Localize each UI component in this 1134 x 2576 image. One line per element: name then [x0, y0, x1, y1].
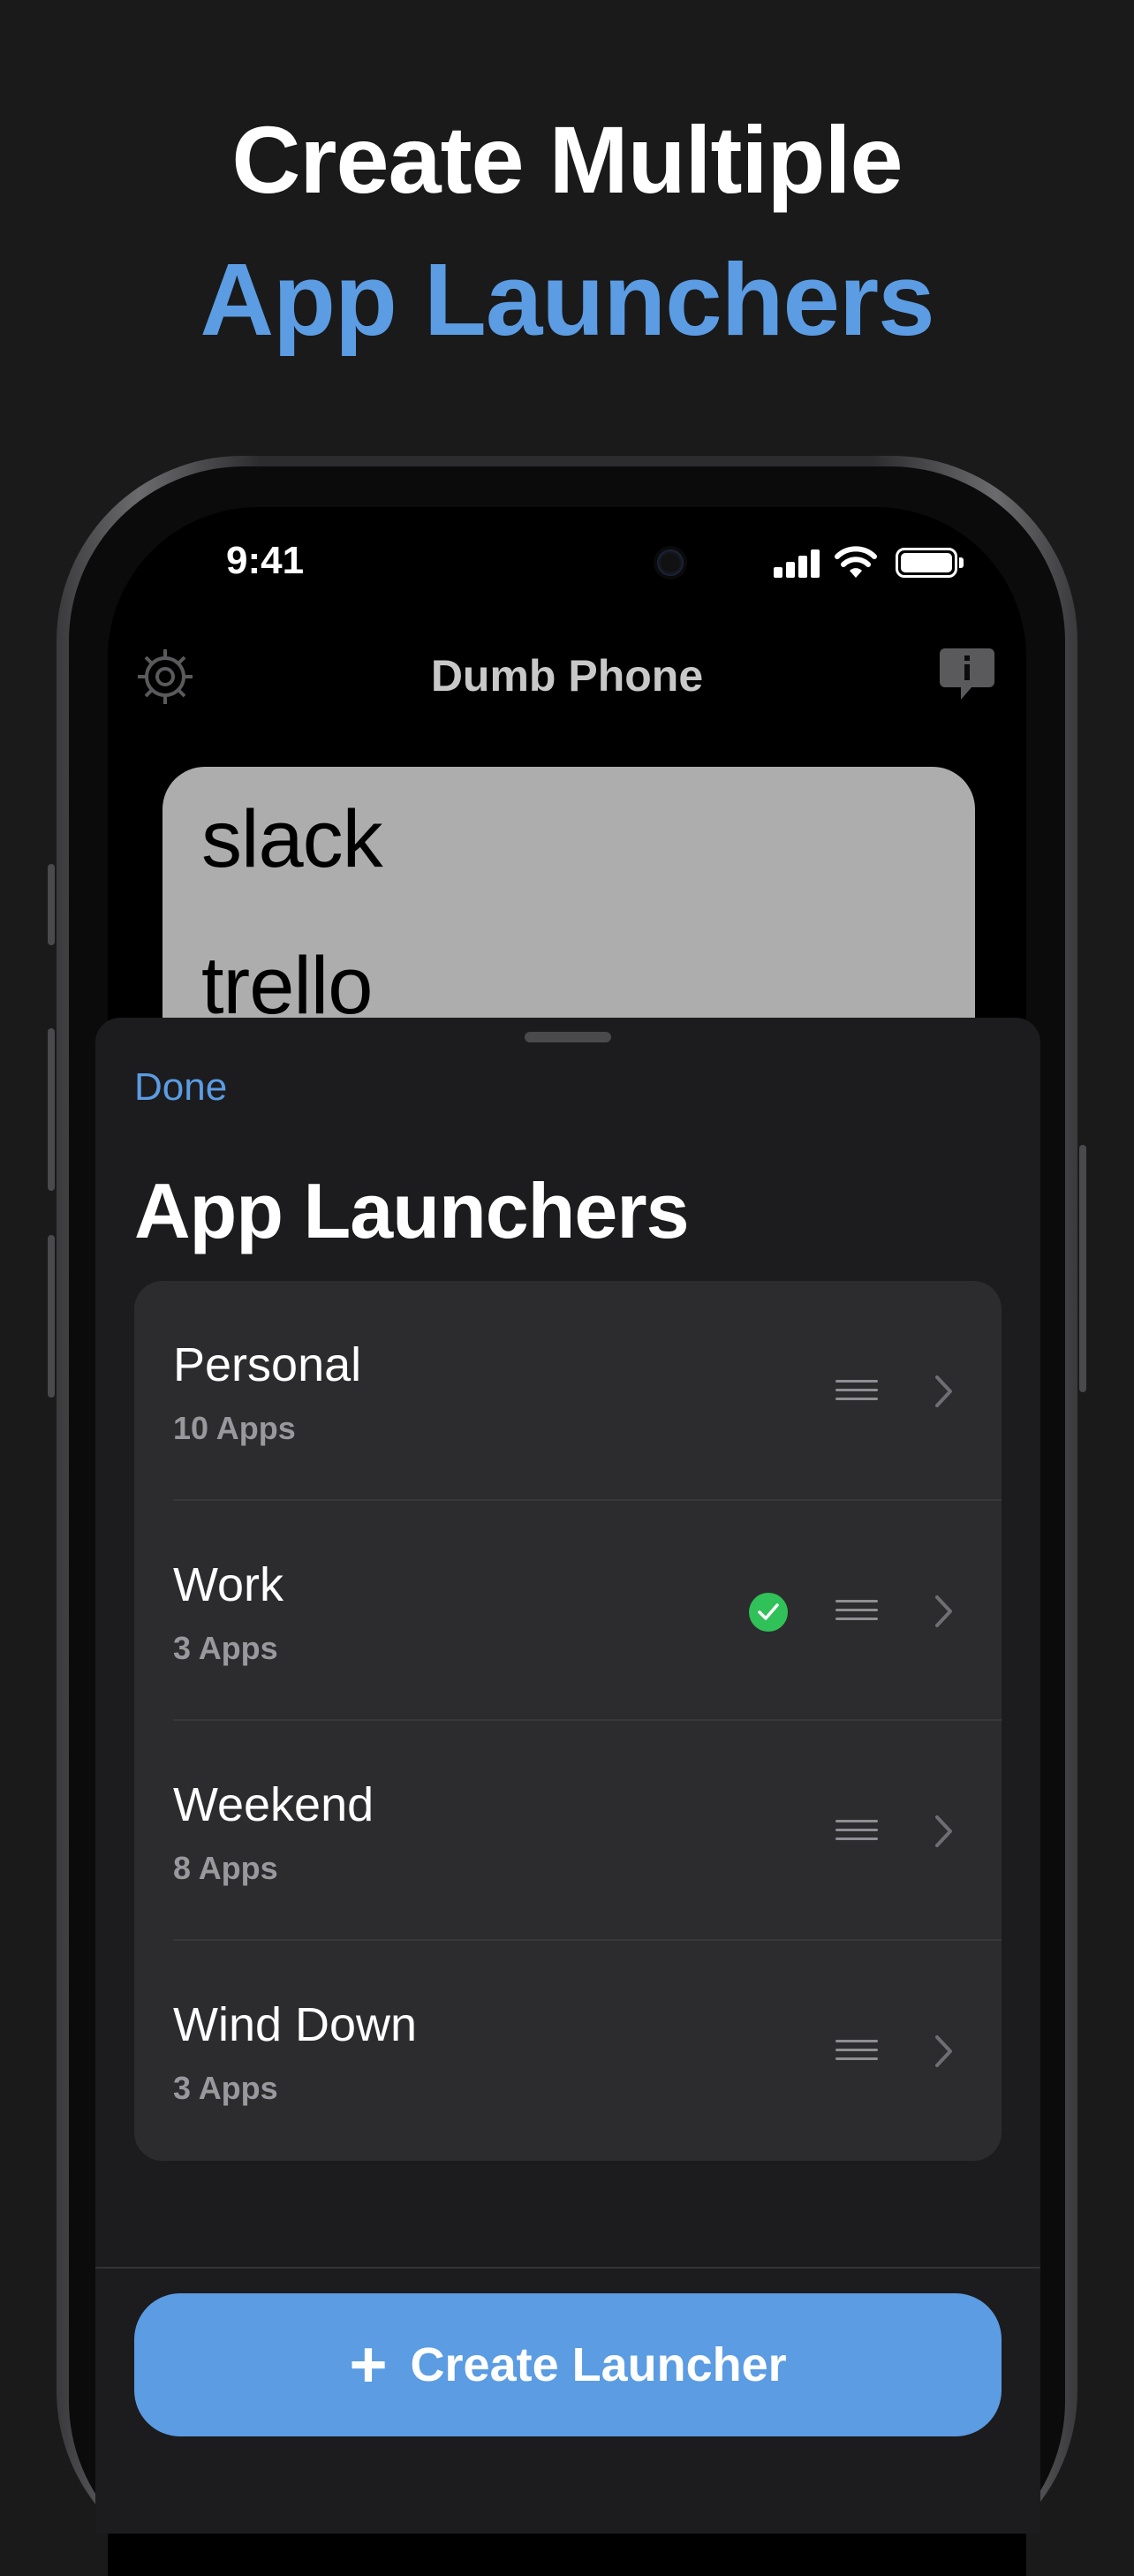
sheet-grabber[interactable]: [525, 1032, 611, 1042]
battery-icon: [896, 548, 957, 578]
sheet-title: App Launchers: [134, 1167, 690, 1254]
chevron-right-icon: [935, 1375, 952, 1407]
launcher-app-count: 3 Apps: [173, 2070, 278, 2106]
front-camera: [657, 549, 684, 576]
cellular-signal-icon: [774, 549, 821, 578]
launcher-app-count: 8 Apps: [173, 1850, 278, 1886]
active-checkmark-icon: [749, 1593, 788, 1632]
launcher-row-personal[interactable]: Personal 10 Apps: [134, 1281, 1002, 1501]
reorder-handle-icon[interactable]: [835, 1600, 878, 1626]
launcher-name: Weekend: [173, 1778, 374, 1831]
chevron-right-icon: [935, 2035, 952, 2067]
volume-down-button: [48, 1235, 55, 1398]
reorder-handle-icon[interactable]: [835, 1380, 878, 1406]
status-time: 9:41: [226, 539, 305, 582]
chevron-right-icon: [935, 1595, 952, 1627]
done-button[interactable]: Done: [134, 1065, 227, 1110]
info-bubble-icon[interactable]: [938, 647, 996, 703]
launcher-app-count: 10 Apps: [173, 1410, 296, 1446]
power-button: [1079, 1145, 1086, 1392]
reorder-handle-icon[interactable]: [835, 1820, 878, 1846]
wifi-icon: [835, 546, 877, 578]
reorder-handle-icon[interactable]: [835, 2040, 878, 2066]
headline-line-1: Create Multiple: [231, 106, 903, 213]
battery-tip: [959, 557, 964, 568]
launcher-app-slack[interactable]: slack: [201, 793, 383, 886]
launcher-row-wind-down[interactable]: Wind Down 3 Apps: [134, 1941, 1002, 2161]
launcher-app-count: 3 Apps: [173, 1630, 278, 1666]
create-launcher-label: Create Launcher: [410, 2338, 787, 2391]
launcher-name: Work: [173, 1558, 284, 1611]
launcher-name: Personal: [173, 1338, 362, 1391]
launcher-name: Wind Down: [173, 1998, 418, 2051]
headline-line-2: App Launchers: [200, 242, 934, 357]
create-launcher-button[interactable]: + Create Launcher: [134, 2293, 1002, 2436]
action-button: [48, 864, 55, 945]
volume-up-button: [48, 1028, 55, 1191]
launcher-list: Personal 10 Apps Work 3 Apps Weekend 8 A…: [134, 1281, 1002, 2161]
launcher-row-weekend[interactable]: Weekend 8 Apps: [134, 1721, 1002, 1941]
launcher-row-work[interactable]: Work 3 Apps: [134, 1501, 1002, 1721]
plus-icon: +: [349, 2328, 388, 2401]
chevron-right-icon: [935, 1815, 952, 1847]
